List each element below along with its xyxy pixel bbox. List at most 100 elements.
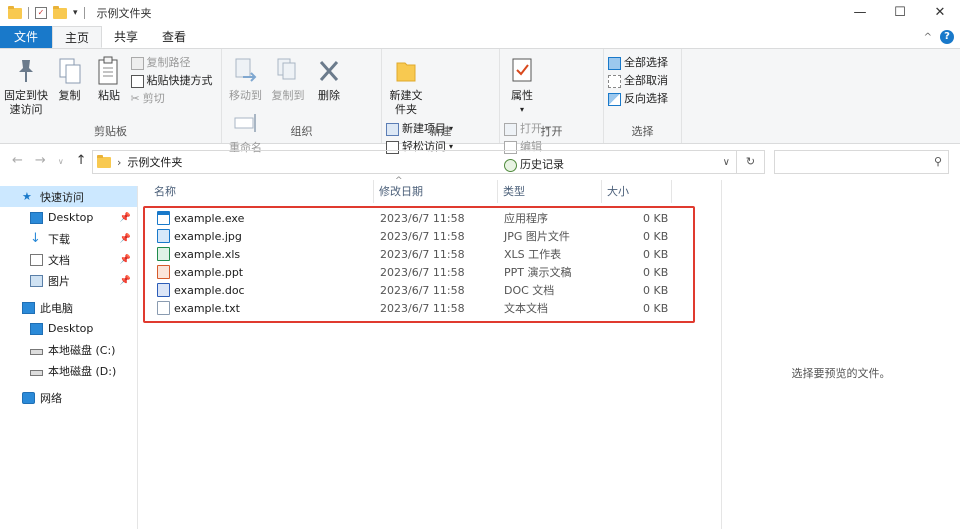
move-to-icon [231,55,261,87]
nav-item-downloads[interactable]: ↓ 下载 📌 [0,228,137,249]
network-icon [22,391,35,404]
column-header-size[interactable]: 大小 [602,180,672,203]
copy-button[interactable]: 复制 [52,53,88,105]
new-folder-qat-icon[interactable] [53,5,67,19]
minimize-button[interactable]: — [840,0,880,26]
properties-button[interactable]: 属性 ▾ [504,53,540,119]
recent-dropdown-icon[interactable]: ∨ [58,153,64,171]
computer-icon [22,301,35,314]
copy-path-button[interactable]: 复制路径 [130,56,213,70]
window-title: 示例文件夹 [96,7,152,20]
clipboard-group-label: 剪贴板 [94,125,127,138]
tab-home[interactable]: 主页 [52,26,103,48]
cut-button[interactable]: ✂ 剪切 [131,92,213,106]
nav-drive-d[interactable]: 本地磁盘 (D:) [0,360,137,381]
nav-item-desktop[interactable]: Desktop 📌 [0,207,137,228]
scissors-icon: ✂ [130,92,140,105]
download-arrow-icon: ↓ [30,230,41,246]
pin-icon: 📌 [119,233,131,244]
open-group-label: 打开 [540,125,563,138]
close-button[interactable]: ✕ [920,0,960,26]
desktop-icon [30,322,43,335]
title-bar: ✓ ▾ 示例文件夹 — ☐ ✕ [0,0,960,26]
search-icon: ⚲ [933,155,942,168]
search-input[interactable]: ⚲ [774,150,949,174]
breadcrumb-chevron-icon[interactable]: › [117,156,121,169]
preview-pane: 选择要预览的文件。 [721,180,960,529]
refresh-button[interactable]: ↻ [737,150,765,174]
nav-pc-desktop[interactable]: Desktop [0,318,137,339]
paste-button[interactable]: 粘贴 [91,53,127,105]
properties-icon [507,55,537,87]
nav-item-documents[interactable]: 文档 📌 [0,249,137,270]
preview-empty-text: 选择要预览的文件。 [791,367,891,380]
clipboard-group: 固定到快速访问 复制 粘贴 复制路径 粘贴快捷方式 ✂ 剪切 剪贴板 [0,49,222,143]
ribbon: 固定到快速访问 复制 粘贴 复制路径 粘贴快捷方式 ✂ 剪切 剪贴板 移动到 复… [0,48,960,172]
tab-file[interactable]: 文件 [0,26,53,48]
up-arrow-icon[interactable]: ↑ [76,153,87,171]
select-group: 全部选择 全部取消 反向选择 选择 [604,49,682,143]
select-all-button[interactable]: 全部选择 [608,56,668,70]
column-header-type[interactable]: 类型 [498,180,602,203]
paste-shortcut-icon [130,74,144,88]
forward-arrow-icon[interactable]: → [35,153,46,171]
nav-network[interactable]: 网络 [0,387,137,408]
quick-access-toolbar: ✓ ▾ 示例文件夹 [0,5,152,21]
properties-qat-icon[interactable]: ✓ [35,7,47,19]
organize-group-label: 组织 [290,125,313,138]
highlight-box [143,206,695,323]
column-header-date[interactable]: 修改日期 [374,180,498,203]
new-folder-button[interactable]: 新建文件夹 [386,53,426,119]
pin-icon [11,55,41,87]
select-group-label: 选择 [631,125,654,138]
address-dropdown-icon[interactable]: ∨ [723,157,730,168]
qat-dropdown-icon[interactable]: ▾ [73,8,78,18]
tab-view[interactable]: 查看 [150,26,198,48]
copy-path-icon [130,56,144,70]
maximize-button[interactable]: ☐ [880,0,920,26]
address-bar[interactable]: › 示例文件夹 ∨ [92,150,737,174]
navigation-bar: ← → ∨ ↑ › 示例文件夹 ∨ ↻ ⚲ [0,145,960,179]
drive-c-icon [30,348,43,355]
move-to-button[interactable]: 移动到 [226,53,265,105]
nav-this-pc[interactable]: 此电脑 [0,297,137,318]
desktop-icon [30,211,43,224]
select-all-icon [608,56,621,70]
pin-quick-access-button[interactable]: 固定到快速访问 [4,53,48,119]
select-none-icon [608,74,621,88]
pin-icon: 📌 [119,212,131,223]
nav-drive-c[interactable]: 本地磁盘 (C:) [0,339,137,360]
breadcrumb-current[interactable]: 示例文件夹 [127,154,182,170]
nav-item-pictures[interactable]: 图片 📌 [0,270,137,291]
paste-icon [94,55,124,87]
ribbon-tabs: 文件 主页 共享 查看 ^ ? [0,26,960,48]
folder-icon [8,5,22,19]
new-group-label: 新建 [429,125,452,138]
pin-icon: 📌 [119,254,131,265]
help-icon[interactable]: ? [940,30,954,44]
nav-quick-access[interactable]: ★ 快速访问 [0,186,137,207]
document-icon [30,253,43,266]
new-folder-icon [391,55,421,87]
tab-share[interactable]: 共享 [102,26,150,48]
navigation-pane: ★ 快速访问 Desktop 📌 ↓ 下载 📌 文档 📌 图片 📌 此电脑 De… [0,186,138,529]
star-icon: ★ [22,189,32,203]
delete-button[interactable]: 删除 [311,53,347,105]
picture-icon [30,274,43,287]
pin-icon: 📌 [119,275,131,286]
new-group: 新建文件夹 新建项目 ▾ 轻松访问 ▾ 新建 [382,49,500,154]
collapse-ribbon-icon[interactable]: ^ [924,32,932,43]
organize-group: 移动到 复制到 删除 重命名 组织 [222,49,382,154]
copy-to-button[interactable]: 复制到 [269,53,308,105]
invert-selection-icon [608,92,621,106]
copy-to-icon [273,55,303,87]
copy-icon [55,55,85,87]
select-none-button[interactable]: 全部取消 [608,74,668,88]
column-header-name[interactable]: 名称 [149,180,374,203]
delete-x-icon [314,55,344,87]
drive-d-icon [30,369,43,376]
paste-shortcut-button[interactable]: 粘贴快捷方式 [130,74,213,88]
invert-selection-button[interactable]: 反向选择 [608,92,668,106]
refresh-icon: ↻ [745,155,756,168]
back-arrow-icon[interactable]: ← [12,153,23,171]
